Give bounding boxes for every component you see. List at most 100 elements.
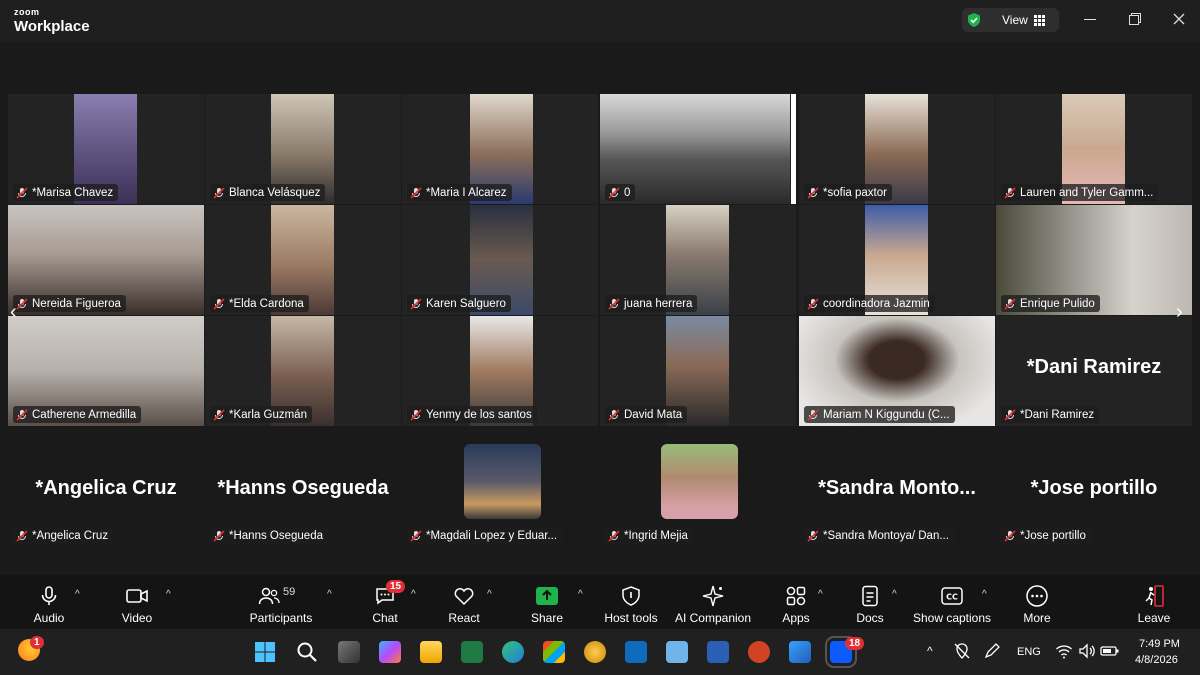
apps-options-chevron-icon[interactable]: ^ [818, 589, 823, 600]
participant-tile[interactable]: coordinadora Jazmin [799, 205, 995, 315]
participant-tile[interactable]: *Sandra Monto... *Sandra Montoya/ Dan... [799, 437, 995, 547]
participant-name: juana herrera [624, 297, 693, 310]
participants-options-chevron-icon[interactable]: ^ [327, 589, 332, 600]
participants-icon [258, 587, 280, 605]
participant-tile[interactable]: *Jose portillo *Jose portillo [996, 437, 1192, 547]
participant-name: Blanca Velásquez [229, 186, 321, 199]
clock-date[interactable]: 4/8/2026 [1135, 654, 1178, 666]
participant-tile[interactable]: *Magdali Lopez y Eduar... [402, 437, 598, 547]
ai-companion-button[interactable]: AI Companion [674, 575, 752, 629]
host-tools-button[interactable]: Host tools [602, 575, 660, 629]
photos-icon[interactable] [789, 641, 811, 663]
close-icon[interactable] [1172, 12, 1186, 26]
participant-tile[interactable]: *Marisa Chavez [8, 94, 204, 204]
participant-display-name: *Angelica Cruz [35, 477, 177, 499]
clock-time[interactable]: 7:49 PM [1139, 638, 1180, 650]
chat-options-chevron-icon[interactable]: ^ [411, 589, 416, 600]
mic-muted-icon [16, 529, 28, 542]
pen-icon[interactable] [983, 642, 1001, 660]
windows-start-icon[interactable] [254, 641, 276, 663]
show-captions-button[interactable]: CC Show captions [912, 575, 992, 629]
participant-tile[interactable]: *sofia paxtor [799, 94, 995, 204]
participant-tile[interactable]: Karen Salguero [402, 205, 598, 315]
minimize-icon[interactable] [1084, 19, 1096, 20]
share-options-chevron-icon[interactable]: ^ [578, 589, 583, 600]
word-icon[interactable] [707, 641, 729, 663]
share-button[interactable]: Share [528, 575, 566, 629]
captions-options-chevron-icon[interactable]: ^ [982, 589, 987, 600]
svg-text:CC: CC [946, 593, 958, 602]
edge-icon[interactable] [502, 641, 524, 663]
react-options-chevron-icon[interactable]: ^ [487, 589, 492, 600]
chat-icon-wrap: 15 [373, 580, 406, 608]
docs-button[interactable]: Docs [854, 575, 886, 629]
participant-tile[interactable]: 0 [600, 94, 796, 204]
audio-options-chevron-icon[interactable]: ^ [75, 589, 80, 600]
restore-icon[interactable] [1128, 12, 1142, 26]
audio-button[interactable]: Audio [28, 575, 70, 629]
participant-name-tag: *Elda Cardona [210, 295, 309, 312]
mic-muted-icon [1004, 297, 1016, 310]
participant-name-tag: Yenmy de los santos [407, 406, 537, 423]
docs-options-chevron-icon[interactable]: ^ [892, 589, 897, 600]
video-button[interactable]: Video [116, 575, 158, 629]
participant-name: *Karla Guzmán [229, 408, 307, 421]
zoom-window: zoom Workplace View *Marisa Chavez Blanc… [0, 0, 1200, 675]
video-options-chevron-icon[interactable]: ^ [166, 589, 171, 600]
participants-icon-group: 59 [257, 584, 305, 608]
participant-tile[interactable]: *Angelica Cruz *Angelica Cruz [8, 437, 204, 547]
participants-button[interactable]: 59 Participants [248, 575, 314, 629]
participant-name-tag: *Sandra Montoya/ Dan... [804, 527, 954, 544]
mic-muted-icon [410, 408, 422, 421]
tray-overflow-chevron-icon[interactable]: ^ [927, 644, 933, 658]
volume-icon[interactable] [1078, 642, 1096, 660]
share-screen-icon [536, 587, 558, 605]
copilot-icon[interactable] [379, 641, 401, 663]
task-view-icon[interactable] [338, 641, 360, 663]
mic-muted-icon [807, 529, 819, 542]
outlook-icon[interactable] [625, 641, 647, 663]
mic-muted-icon [807, 186, 819, 199]
participant-tile[interactable]: *Hanns Osegueda *Hanns Osegueda [205, 437, 401, 547]
participant-tile[interactable]: *Elda Cardona [205, 205, 401, 315]
participant-tile[interactable]: David Mata [600, 316, 796, 426]
mic-muted-icon [608, 297, 620, 310]
input-language[interactable]: ENG [1017, 646, 1041, 658]
notepad-icon[interactable] [666, 641, 688, 663]
participant-tile[interactable]: *Dani Ramirez *Dani Ramirez [996, 316, 1192, 426]
prev-page-arrow-icon[interactable]: ‹ [10, 302, 22, 322]
participant-tile[interactable]: Enrique Pulido [996, 205, 1192, 315]
participant-tile[interactable]: Lauren and Tyler Gamm... [996, 94, 1192, 204]
participant-name-tag: *Hanns Osegueda [210, 527, 328, 544]
file-explorer-icon[interactable] [420, 641, 442, 663]
search-icon[interactable] [296, 641, 318, 663]
zoom-taskbar-badge: 18 [845, 637, 865, 650]
participant-tile[interactable]: Catherene Armedilla [8, 316, 204, 426]
medal-icon[interactable] [584, 641, 606, 663]
participant-tile[interactable]: *Ingrid Mejia [600, 437, 796, 547]
title-bar: zoom Workplace View [0, 0, 1200, 42]
participant-tile[interactable]: juana herrera [600, 205, 796, 315]
store-icon[interactable] [543, 641, 565, 663]
apps-button[interactable]: Apps [779, 575, 813, 629]
participant-tile[interactable]: Nereida Figueroa [8, 205, 204, 315]
mic-muted-icon [1004, 408, 1016, 421]
participant-tile[interactable]: *Karla Guzmán [205, 316, 401, 426]
location-off-icon[interactable] [953, 642, 971, 660]
participant-tile[interactable]: *Maria I Alcarez [402, 94, 598, 204]
brand-top: zoom [14, 7, 40, 17]
participant-tile[interactable]: Yenmy de los santos [402, 316, 598, 426]
participant-name-tag: 0 [605, 184, 636, 201]
participant-tile[interactable]: Blanca Velásquez [205, 94, 401, 204]
next-page-arrow-icon[interactable]: › [1176, 302, 1188, 322]
participant-tile[interactable]: Mariam N Kiggundu (C... [799, 316, 995, 426]
excel-icon[interactable] [461, 641, 483, 663]
leave-button[interactable]: Leave [1136, 575, 1172, 629]
chat-button[interactable]: 15 Chat [368, 575, 406, 629]
battery-icon[interactable] [1100, 642, 1120, 660]
view-button[interactable]: View [962, 8, 1059, 32]
powerpoint-icon[interactable] [748, 641, 770, 663]
more-button[interactable]: More [1020, 575, 1054, 629]
react-button[interactable]: React [446, 575, 482, 629]
wifi-icon[interactable] [1055, 642, 1073, 660]
